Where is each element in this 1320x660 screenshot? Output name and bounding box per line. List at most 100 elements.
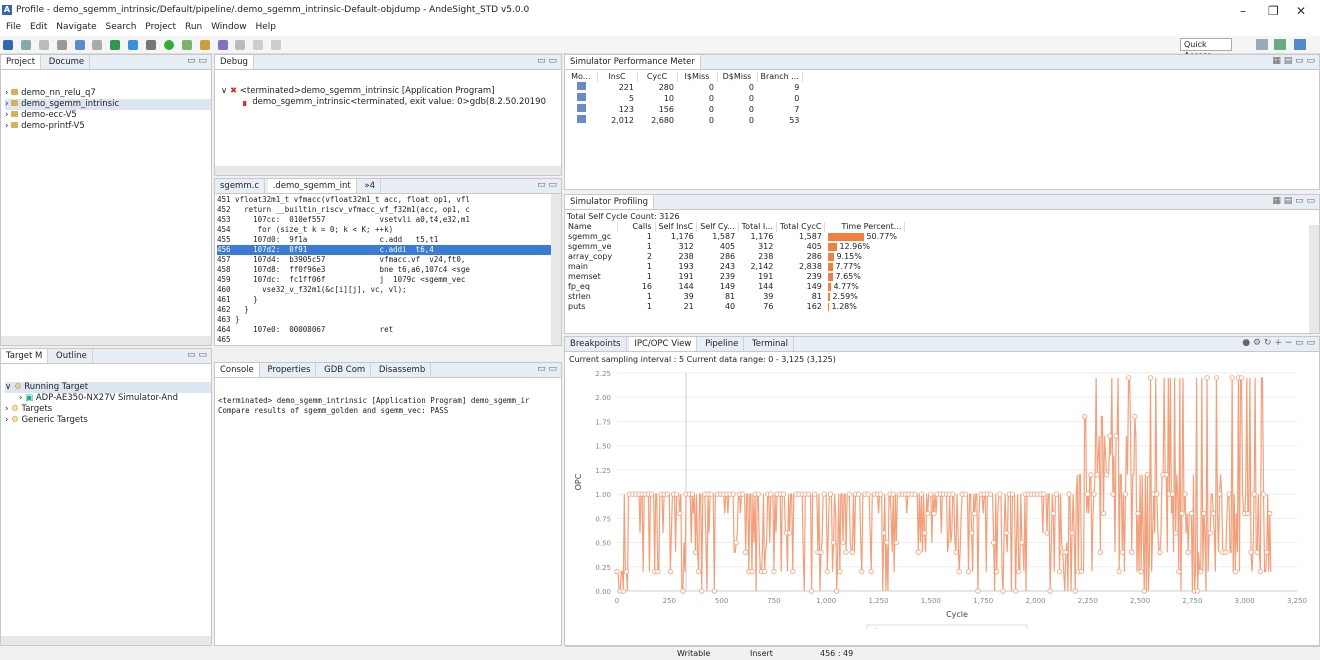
launch-item[interactable]: ∨ ✖ <terminated>demo_sgemm_intrinsic [Ap… [221,86,561,97]
maximize-icon[interactable]: ❐ [1268,4,1279,18]
pin-icon[interactable] [235,40,246,50]
view-toolbar-icons[interactable]: ▦ ▤ ▭ ▭ [1272,56,1315,66]
debug-icon[interactable] [146,40,156,50]
tree-item[interactable]: ∨ ⚙ Running Target [5,382,211,393]
forward-icon[interactable] [271,40,282,50]
code-line[interactable]: 461 } [217,295,561,305]
vertical-scrollbar[interactable] [551,194,561,345]
tab-console[interactable]: Console [215,363,260,377]
table-row[interactable]: 123 156 0 0 7 [565,104,802,115]
andes-icon[interactable] [3,40,13,50]
menu-navigate[interactable]: Navigate [56,22,96,32]
tab-target-manager[interactable]: Target M [1,349,49,363]
menu-run[interactable]: Run [185,22,202,32]
tab-terminal[interactable]: Terminal [747,337,794,351]
code-line[interactable]: 458 107d8: ff0f96e3 bne t6,a6,107c4 <sge [217,265,561,275]
table-row[interactable]: sgemm_gc 1 1,176 1,587 1,176 1,587 50.77% [565,232,905,242]
code-line[interactable]: 455 107d0: 9f1a c.add t5,t1 [217,235,561,245]
run-icon[interactable] [163,40,174,50]
profile-perspective-icon[interactable] [1294,39,1306,50]
table-row[interactable]: strlen 1 39 81 39 81 2.59% [565,292,905,302]
search-icon[interactable] [110,40,121,50]
tab-documents[interactable]: Docume [44,55,91,69]
tab-performance-meter[interactable]: Simulator Performance Meter [565,55,701,69]
code-area[interactable]: 451 vfloat32m1_t vfmacc(vfloat32m1_t acc… [215,194,561,346]
tab-properties[interactable]: Properties [262,363,317,377]
table-row[interactable]: 221 280 0 0 9 [565,82,802,93]
code-line[interactable]: 457 107d4: b3905c57 vfmacc.vf v24,ft0, [217,255,561,265]
tab-disassembly[interactable]: Disassemb [374,363,432,377]
tree-item[interactable]: › demo_nn_relu_q7 [5,88,211,99]
tab-simulator-profiling[interactable]: Simulator Profiling [565,195,655,209]
tree-item[interactable]: › ⚙ Targets [5,404,211,415]
tree-item[interactable]: › demo-printf-V5 [5,121,211,132]
tab-debug[interactable]: Debug [215,55,254,69]
table-row[interactable]: fp_eq 16 144 149 144 149 4.77% [565,282,905,292]
horizontal-scrollbar[interactable] [1,336,211,345]
tab-pipeline[interactable]: Pipeline [700,337,745,351]
tab-ipc-opc[interactable]: IPC/OPC View [629,337,698,351]
code-line[interactable]: 452 return __builtin_riscv_vfmacc_vf_f32… [217,205,561,215]
menu-window[interactable]: Window [211,22,247,32]
column-header[interactable]: Self Cy... [696,222,739,232]
column-header[interactable]: Time Percent... [824,222,906,232]
tab-overflow[interactable]: »4 [359,179,382,193]
table-row[interactable]: array_copy 2 238 286 238 286 9.15% [565,252,905,262]
code-line[interactable]: 464 107e0: 00008067 ret [217,325,561,335]
minimize-maximize-icon[interactable]: ▭ ▭ [537,180,557,190]
table-row[interactable]: memset 1 191 239 191 239 7.65% [565,272,905,282]
run-config-icon[interactable] [181,40,192,50]
new-icon[interactable] [20,40,31,50]
process-item[interactable]: ▖ demo_sgemm_intrinsic<terminated, exit … [221,97,561,108]
code-line[interactable]: 463 } [217,315,561,325]
horizontal-scrollbar[interactable] [215,166,561,175]
tree-item[interactable]: › ▣ ADP-AE350-NX27V Simulator-And [5,393,211,404]
menu-file[interactable]: File [6,22,21,32]
table-row[interactable]: 2,012 2,680 0 0 53 [565,115,802,126]
tab-objdump[interactable]: .demo_sgemm_int [267,179,357,193]
code-line[interactable]: 451 vfloat32m1_t vfmacc(vfloat32m1_t acc… [217,195,561,205]
minimize-maximize-icon[interactable]: ▭ ▭ [537,364,557,374]
horizontal-scrollbar[interactable] [1,636,211,645]
menu-search[interactable]: Search [106,22,137,32]
menu-project[interactable]: Project [145,22,176,32]
minimize-maximize-icon[interactable]: ▭ ▭ [187,350,207,360]
code-line[interactable]: 453 107cc: 010ef557 vsetvli a0,t4,e32,m1 [217,215,561,225]
minimize-maximize-icon[interactable]: ▭ ▭ [187,56,207,66]
tree-item[interactable]: › demo_sgemm_intrinsic [5,99,211,110]
back-icon[interactable] [253,40,264,50]
tab-gdb-console[interactable]: GDB Com [319,363,372,377]
column-header[interactable]: D$Miss [717,72,758,82]
column-header[interactable]: InsC [597,72,638,82]
column-header[interactable]: CycC [637,72,678,82]
column-header[interactable]: Mo... [565,72,598,82]
column-header[interactable]: I$Miss [677,72,718,82]
column-header[interactable]: Branch ... [757,72,803,82]
perspective-icon[interactable] [1256,39,1268,50]
minimize-maximize-icon[interactable]: ▭ ▭ [537,56,557,66]
code-line[interactable]: 454 for (size_t k = 0; k < K; ++k) [217,225,561,235]
profile-icon[interactable] [128,40,139,50]
external-tools-icon[interactable] [199,40,210,50]
opc-chart[interactable]: 0.00 0.25 0.50 0.75 1.00 1.25 1.50 1.75 2.00 2.25… [567,367,1317,629]
tab-breakpoints[interactable]: Breakpoints [565,337,627,351]
table-row[interactable]: sgemm_ve 1 312 405 312 405 12.96% [565,242,905,252]
column-header[interactable]: Name [565,222,618,232]
column-header[interactable]: Total I... [738,222,777,232]
code-line[interactable]: 466 00000000000107e4 <main>: [217,345,561,346]
table-row[interactable]: 5 10 0 0 0 [565,93,802,104]
code-line[interactable]: 465 [217,335,561,345]
column-header[interactable]: Self InsC [655,222,698,232]
table-row[interactable]: main 1 193 243 2,142 2,838 7.77% [565,262,905,272]
column-header[interactable]: Calls [617,222,656,232]
code-line[interactable]: 462 } [217,305,561,315]
view-toolbar-icons[interactable]: ▦ ▤ ▭ ▭ [1272,196,1315,206]
open-type-icon[interactable] [217,40,228,50]
debug-perspective-icon[interactable] [1274,39,1286,50]
quick-access-input[interactable]: Quick Access [1180,38,1232,60]
tab-project[interactable]: Project [1,55,42,69]
tab-outline[interactable]: Outline [51,349,93,363]
chart-icon[interactable] [74,40,85,50]
code-line[interactable]: 456 107d2: 0f91 c.addi t6,4 [217,245,561,255]
menu-icon[interactable] [92,40,103,50]
